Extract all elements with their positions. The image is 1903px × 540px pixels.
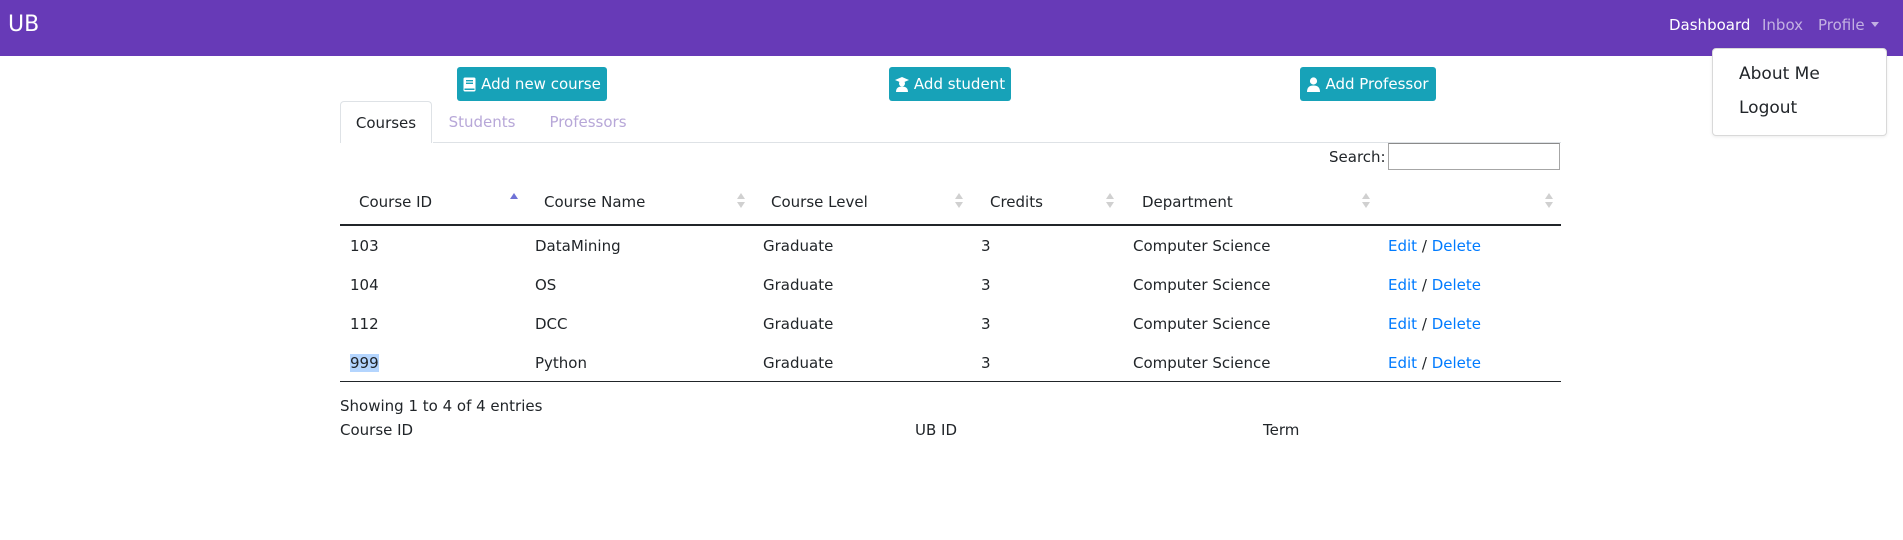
nav-dashboard[interactable]: Dashboard — [1669, 16, 1750, 34]
cell-course-id: 999 — [350, 354, 379, 372]
nav-profile[interactable]: Profile — [1818, 16, 1879, 34]
add-student-button[interactable]: Add student — [889, 67, 1011, 101]
cell-course-name: OS — [535, 276, 557, 294]
edit-link[interactable]: Edit — [1388, 237, 1417, 255]
edit-link[interactable]: Edit — [1388, 276, 1417, 294]
action-separator: / — [1421, 315, 1427, 333]
add-student-label: Add student — [913, 75, 1006, 93]
column-header-label: Course ID — [359, 193, 433, 211]
cell-course-id: 104 — [350, 276, 379, 294]
edit-link[interactable]: Edit — [1388, 354, 1417, 372]
table-info: Showing 1 to 4 of 4 entries — [340, 397, 543, 415]
cell-department: Computer Science — [1133, 237, 1271, 255]
search-input[interactable] — [1388, 143, 1560, 170]
user-icon — [1307, 76, 1321, 92]
column-header-course-level[interactable]: Course Level — [753, 193, 971, 227]
column-header-actions[interactable] — [1378, 193, 1561, 227]
column-header-course-id[interactable]: Course ID — [340, 193, 526, 227]
table-footer-border — [340, 381, 1561, 382]
column-header-credits[interactable]: Credits — [971, 193, 1122, 227]
delete-link[interactable]: Delete — [1432, 237, 1481, 255]
tab-professors[interactable]: Professors — [538, 101, 638, 143]
top-navbar: UB Dashboard Inbox Profile — [0, 0, 1903, 56]
tab-students[interactable]: Students — [440, 101, 524, 143]
nav-profile-label: Profile — [1818, 16, 1865, 34]
column-header-label: Course Name — [544, 193, 646, 211]
cell-credits: 3 — [981, 354, 991, 372]
menu-item-about-me[interactable]: About Me — [1739, 64, 1820, 84]
table-header-border — [340, 224, 1561, 226]
action-separator: / — [1421, 276, 1427, 294]
cell-actions: Edit / Delete — [1388, 237, 1481, 255]
cell-department: Computer Science — [1133, 315, 1271, 333]
cell-actions: Edit / Delete — [1388, 276, 1481, 294]
sub-header-term: Term — [1263, 421, 1300, 439]
cell-course-name: Python — [535, 354, 587, 372]
cell-course-level: Graduate — [763, 276, 834, 294]
delete-link[interactable]: Delete — [1432, 276, 1481, 294]
action-separator: / — [1421, 354, 1427, 372]
selected-text: 999 — [350, 354, 379, 372]
graduate-user-icon — [894, 76, 909, 92]
add-professor-button[interactable]: Add Professor — [1300, 67, 1436, 101]
column-header-department[interactable]: Department — [1122, 193, 1378, 227]
cell-credits: 3 — [981, 276, 991, 294]
cell-course-id: 112 — [350, 315, 379, 333]
caret-down-icon — [1870, 22, 1879, 27]
cell-credits: 3 — [981, 237, 991, 255]
cell-course-id: 103 — [350, 237, 379, 255]
column-header-course-name[interactable]: Course Name — [526, 193, 753, 227]
cell-department: Computer Science — [1133, 276, 1271, 294]
cell-actions: Edit / Delete — [1388, 315, 1481, 333]
brand-logo[interactable]: UB — [8, 12, 39, 37]
profile-dropdown-menu: About Me Logout — [1712, 48, 1887, 136]
menu-item-logout[interactable]: Logout — [1739, 98, 1797, 118]
cell-course-level: Graduate — [763, 354, 834, 372]
add-course-label: Add new course — [481, 75, 601, 93]
sub-header-ub-id: UB ID — [915, 421, 958, 439]
edit-link[interactable]: Edit — [1388, 315, 1417, 333]
nav-inbox[interactable]: Inbox — [1762, 16, 1803, 34]
book-icon — [463, 77, 476, 91]
cell-department: Computer Science — [1133, 354, 1271, 372]
action-separator: / — [1421, 237, 1427, 255]
delete-link[interactable]: Delete — [1432, 354, 1481, 372]
delete-link[interactable]: Delete — [1432, 315, 1481, 333]
search-label: Search: — [1329, 148, 1386, 166]
sub-header-course-id: Course ID — [340, 421, 414, 439]
cell-credits: 3 — [981, 315, 991, 333]
cell-course-level: Graduate — [763, 315, 834, 333]
add-professor-label: Add Professor — [1325, 75, 1429, 93]
column-header-label: Course Level — [771, 193, 868, 211]
cell-actions: Edit / Delete — [1388, 354, 1481, 372]
column-header-label: Credits — [990, 193, 1043, 211]
add-course-button[interactable]: Add new course — [457, 67, 607, 101]
cell-course-name: DataMining — [535, 237, 621, 255]
tab-courses[interactable]: Courses — [340, 101, 432, 143]
column-header-label: Department — [1142, 193, 1233, 211]
cell-course-name: DCC — [535, 315, 568, 333]
cell-course-level: Graduate — [763, 237, 834, 255]
